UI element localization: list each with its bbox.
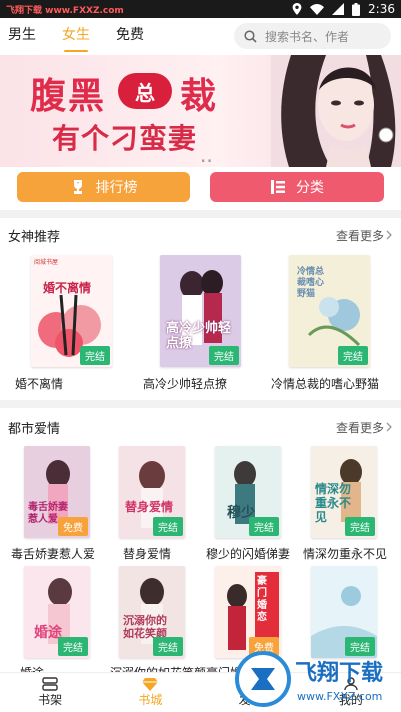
book-title[interactable]: 替身爱情	[123, 545, 171, 562]
status-badge: 完结	[338, 346, 368, 365]
book-card[interactable]: 毒舌娇妻惹人爱 免费	[24, 446, 90, 538]
tab-free[interactable]: 免费	[116, 24, 144, 48]
app-screen: 飞翔下载 www.FXXZ.com 2:36 男生 女生 免费 搜索书名、作者 …	[0, 0, 401, 712]
publisher-mark: 阅城书屋	[34, 259, 59, 266]
book-title[interactable]: 毒舌娇妻惹人爱	[11, 545, 95, 562]
nav-label: 书城	[138, 693, 163, 707]
watermark-top: 飞翔下载 www.FXXZ.com	[6, 5, 124, 16]
action-buttons: 排行榜 分类	[0, 172, 401, 202]
battery-icon	[352, 2, 361, 16]
status-bar: 飞翔下载 www.FXXZ.com 2:36	[0, 0, 401, 18]
status-badge: 完结	[345, 517, 375, 536]
promo-banner[interactable]: 腹黑 总 裁 有个刁蛮妻 ..	[0, 55, 401, 167]
bookshelf-icon	[42, 677, 58, 691]
chevron-right-icon	[386, 422, 392, 432]
book-card[interactable]: 穆少 完结	[215, 446, 281, 538]
nav-bookshelf[interactable]: 书架	[0, 673, 100, 712]
banner-dots: ..	[200, 143, 213, 167]
search-input[interactable]: 搜索书名、作者	[234, 23, 391, 49]
trophy-icon	[73, 180, 82, 194]
book-title[interactable]: 婚不离情	[15, 375, 63, 392]
section-title: 女神推荐	[8, 229, 61, 245]
book-title[interactable]: 高冷少帅轻点撩	[143, 375, 227, 392]
rank-button[interactable]: 排行榜	[17, 172, 190, 202]
cover-title: 婚不离情	[43, 281, 92, 295]
status-badge: 完结	[209, 346, 239, 365]
section-divider	[0, 400, 401, 408]
book-card[interactable]: 替身爱情 完结	[119, 446, 185, 538]
status-badge: 完结	[80, 346, 110, 365]
tab-male[interactable]: 男生	[8, 24, 36, 48]
signal-icon	[332, 3, 345, 15]
diamond-icon	[142, 678, 159, 691]
banner-title-line1: 腹黑	[30, 76, 107, 117]
category-button[interactable]: 分类	[210, 172, 384, 202]
status-badge: 完结	[249, 517, 279, 536]
search-placeholder: 搜索书名、作者	[265, 29, 350, 44]
svg-text:www.FXXZ.com: www.FXXZ.com	[297, 690, 382, 703]
chevron-right-icon	[386, 230, 392, 240]
see-more-link[interactable]: 查看更多	[336, 227, 393, 244]
status-badge: 完结	[58, 637, 88, 656]
book-card[interactable]: 沉溺你的如花笑颜 完结	[119, 566, 185, 658]
book-title[interactable]: 情深勿重永不见	[303, 545, 387, 562]
category-label: 分类	[296, 180, 324, 196]
book-title[interactable]: 穆少的闪婚俤妻	[206, 545, 290, 562]
tab-female[interactable]: 女生	[62, 24, 90, 52]
section-header-urban-romance: 都市爱情 查看更多	[0, 414, 401, 440]
nav-label: 书架	[38, 693, 63, 707]
book-card[interactable]: 阅城书屋 婚不离情 完结	[31, 255, 112, 367]
book-title[interactable]: 冷情总裁的嗜心野猫	[271, 375, 379, 392]
list-icon	[271, 180, 285, 194]
banner-title-line1b: 裁	[180, 76, 219, 117]
rank-label: 排行榜	[95, 180, 138, 196]
status-badge: 完结	[153, 637, 183, 656]
top-nav: 男生 女生 免费 搜索书名、作者	[0, 18, 401, 54]
svg-text:飞翔下载: 飞翔下载	[295, 660, 383, 686]
section-divider	[0, 210, 401, 218]
section-header-goddess: 女神推荐 查看更多	[0, 222, 401, 248]
book-card[interactable]: 高冷少帅轻点撩 完结	[160, 255, 241, 367]
section-title: 都市爱情	[8, 421, 61, 437]
book-card[interactable]: 完结	[311, 566, 377, 658]
see-more-link[interactable]: 查看更多	[336, 419, 393, 436]
nav-bookstore[interactable]: 书城	[100, 673, 200, 712]
status-badge: 免费	[58, 517, 88, 536]
banner-title-line2: 有个刁蛮妻	[52, 122, 198, 155]
banner-portrait-image	[271, 55, 401, 167]
book-card[interactable]: 豪门婚恋 免费	[215, 566, 281, 658]
book-card[interactable]: 情深勿重永不见 完结	[311, 446, 377, 538]
book-card[interactable]: 冷情总裁嗜心野猫 完结	[289, 255, 370, 367]
cover-title: 冷情总裁嗜心野猫	[297, 267, 325, 299]
status-badge: 完结	[153, 517, 183, 536]
see-more-label: 查看更多	[335, 420, 384, 435]
watermark-logo: 飞翔下载 www.FXXZ.com	[235, 651, 383, 707]
location-icon	[292, 3, 302, 15]
cover-title: 豪门婚恋	[257, 576, 267, 623]
search-icon	[244, 29, 257, 43]
book-card[interactable]: 婚途 完结	[24, 566, 90, 658]
banner-badge: 总	[118, 73, 172, 109]
cover-title: 替身爱情	[125, 500, 174, 514]
clock: 2:36	[368, 2, 395, 16]
see-more-label: 查看更多	[335, 228, 384, 243]
wifi-icon	[310, 3, 325, 15]
